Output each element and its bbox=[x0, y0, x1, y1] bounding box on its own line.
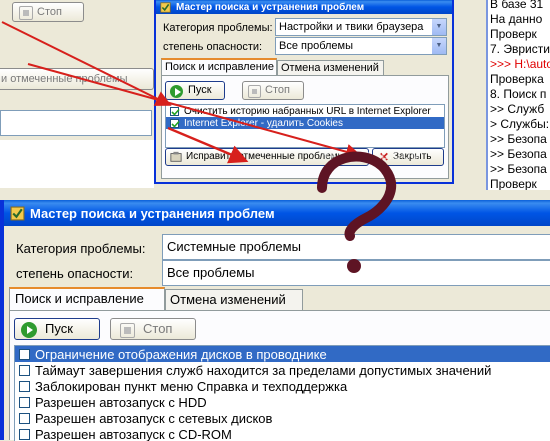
log-panel: В базе 31 На данно Проверк 7. Эвристи >>… bbox=[486, 0, 550, 190]
list-item-label: Таймаут завершения служб находится за пр… bbox=[35, 363, 491, 378]
log-line: Проверк bbox=[488, 27, 550, 42]
list-item[interactable]: Очистить историю набранных URL в Interne… bbox=[166, 105, 444, 117]
checkbox[interactable] bbox=[170, 119, 179, 128]
chevron-down-icon[interactable]: ▼ bbox=[431, 38, 446, 54]
main-tab-search[interactable]: Поиск и исправление bbox=[9, 287, 165, 311]
small-tab-search[interactable]: Поиск и исправление bbox=[161, 58, 277, 76]
small-tab-search-label: Поиск и исправление bbox=[165, 61, 274, 73]
background-fix-label: и отмеченные проблемы bbox=[1, 73, 128, 85]
small-category-label: Категория проблемы: bbox=[163, 22, 273, 34]
list-item-label: Разрешен автозапуск с сетевых дисков bbox=[35, 411, 272, 426]
list-item[interactable]: Разрешен автозапуск с HDD bbox=[15, 394, 550, 410]
checkbox[interactable] bbox=[170, 107, 179, 116]
log-line: Проверка bbox=[488, 72, 550, 87]
main-severity-label: степень опасности: bbox=[16, 266, 133, 281]
small-stop-button[interactable]: Стоп bbox=[242, 81, 304, 100]
list-item[interactable]: Разрешен автозапуск с CD-ROM bbox=[15, 426, 550, 441]
log-line: >> Безопа bbox=[488, 132, 550, 147]
list-item-label: Разрешен автозапуск с CD-ROM bbox=[35, 427, 232, 441]
main-stop-label: Стоп bbox=[143, 321, 172, 336]
checkbox[interactable] bbox=[19, 365, 30, 376]
checkbox[interactable] bbox=[19, 381, 30, 392]
main-tab-panel: Пуск Стоп Ограничение отображения дисков… bbox=[9, 310, 550, 440]
log-line: Проверк bbox=[488, 177, 550, 190]
small-start-button[interactable]: Пуск bbox=[165, 81, 225, 100]
main-problem-list: Ограничение отображения дисков в проводн… bbox=[14, 345, 550, 441]
main-wizard-window: Мастер поиска и устранения проблем Катег… bbox=[0, 200, 550, 440]
question-mark-annotation: ? bbox=[300, 140, 410, 280]
small-category-select[interactable]: Настройки и твики браузера ▼ bbox=[275, 18, 447, 36]
small-start-label: Пуск bbox=[188, 84, 212, 96]
main-severity-value: Все проблемы bbox=[167, 265, 254, 280]
small-window-title: Мастер поиска и устранения проблем bbox=[176, 2, 364, 13]
list-item[interactable]: Разрешен автозапуск с сетевых дисков bbox=[15, 410, 550, 426]
wizard-app-icon bbox=[160, 2, 171, 13]
log-line: В базе 31 bbox=[488, 0, 550, 12]
play-icon bbox=[21, 322, 37, 338]
log-line: > Службы: bbox=[488, 117, 550, 132]
log-line: 8. Поиск п bbox=[488, 87, 550, 102]
stop-icon bbox=[19, 6, 33, 20]
list-item-label: Ограничение отображения дисков в проводн… bbox=[35, 347, 327, 362]
checkbox[interactable] bbox=[19, 349, 30, 360]
small-severity-value: Все проблемы bbox=[279, 40, 353, 52]
background-fix-button[interactable]: и отмеченные проблемы bbox=[0, 68, 154, 90]
fix-icon bbox=[170, 151, 182, 163]
log-line: 7. Эвристи bbox=[488, 42, 550, 57]
main-category-label: Категория проблемы: bbox=[16, 241, 145, 256]
log-line: >> Безопа bbox=[488, 162, 550, 177]
list-item-label: Разрешен автозапуск с HDD bbox=[35, 395, 207, 410]
background-white-area-2 bbox=[0, 140, 154, 188]
log-line: >> Служб bbox=[488, 102, 550, 117]
list-item-selected[interactable]: Internet Explorer - удалить Cookies bbox=[166, 117, 444, 129]
small-severity-select[interactable]: Все проблемы ▼ bbox=[275, 37, 447, 55]
main-tab-undo[interactable]: Отмена изменений bbox=[165, 289, 303, 311]
background-stop-label: Стоп bbox=[37, 6, 62, 18]
play-icon bbox=[170, 85, 183, 98]
log-line: На данно bbox=[488, 12, 550, 27]
checkbox[interactable] bbox=[19, 413, 30, 424]
list-item[interactable]: Заблокирован пункт меню Справка и техпод… bbox=[15, 378, 550, 394]
small-stop-label: Стоп bbox=[265, 84, 290, 96]
main-window-titlebar[interactable]: Мастер поиска и устранения проблем bbox=[4, 200, 550, 226]
background-white-area bbox=[0, 110, 152, 136]
main-category-value: Системные проблемы bbox=[167, 239, 301, 254]
checkbox[interactable] bbox=[19, 429, 30, 440]
log-line: >>> H:\auto bbox=[488, 57, 550, 72]
main-tab-search-label: Поиск и исправление bbox=[15, 291, 144, 306]
question-mark-drawing bbox=[300, 140, 410, 280]
list-item-label: Очистить историю набранных URL в Interne… bbox=[184, 106, 431, 117]
list-item-selected[interactable]: Ограничение отображения дисков в проводн… bbox=[15, 346, 550, 362]
list-item[interactable]: Таймаут завершения служб находится за пр… bbox=[15, 362, 550, 378]
chevron-down-icon[interactable]: ▼ bbox=[431, 19, 446, 35]
small-category-value: Настройки и твики браузера bbox=[279, 21, 423, 33]
checkbox[interactable] bbox=[19, 397, 30, 408]
small-window-titlebar[interactable]: Мастер поиска и устранения проблем bbox=[156, 0, 452, 14]
background-app: Стоп и отмеченные проблемы bbox=[0, 0, 156, 190]
main-stop-button[interactable]: Стоп bbox=[110, 318, 196, 340]
main-window-title: Мастер поиска и устранения проблем bbox=[30, 206, 275, 221]
background-stop-button[interactable]: Стоп bbox=[12, 2, 84, 22]
stop-icon bbox=[248, 85, 261, 98]
log-line: >> Безопа bbox=[488, 147, 550, 162]
small-severity-label: степень опасности: bbox=[163, 41, 262, 53]
small-tab-undo[interactable]: Отмена изменений bbox=[277, 60, 384, 76]
list-item-label: Internet Explorer - удалить Cookies bbox=[184, 118, 343, 129]
main-start-button[interactable]: Пуск bbox=[14, 318, 100, 340]
stop-icon bbox=[120, 323, 135, 338]
list-item-label: Заблокирован пункт меню Справка и техпод… bbox=[35, 379, 347, 394]
main-start-label: Пуск bbox=[45, 321, 73, 336]
main-tab-undo-label: Отмена изменений bbox=[170, 292, 286, 307]
small-tab-undo-label: Отмена изменений bbox=[281, 62, 379, 74]
wizard-app-icon bbox=[10, 206, 25, 221]
